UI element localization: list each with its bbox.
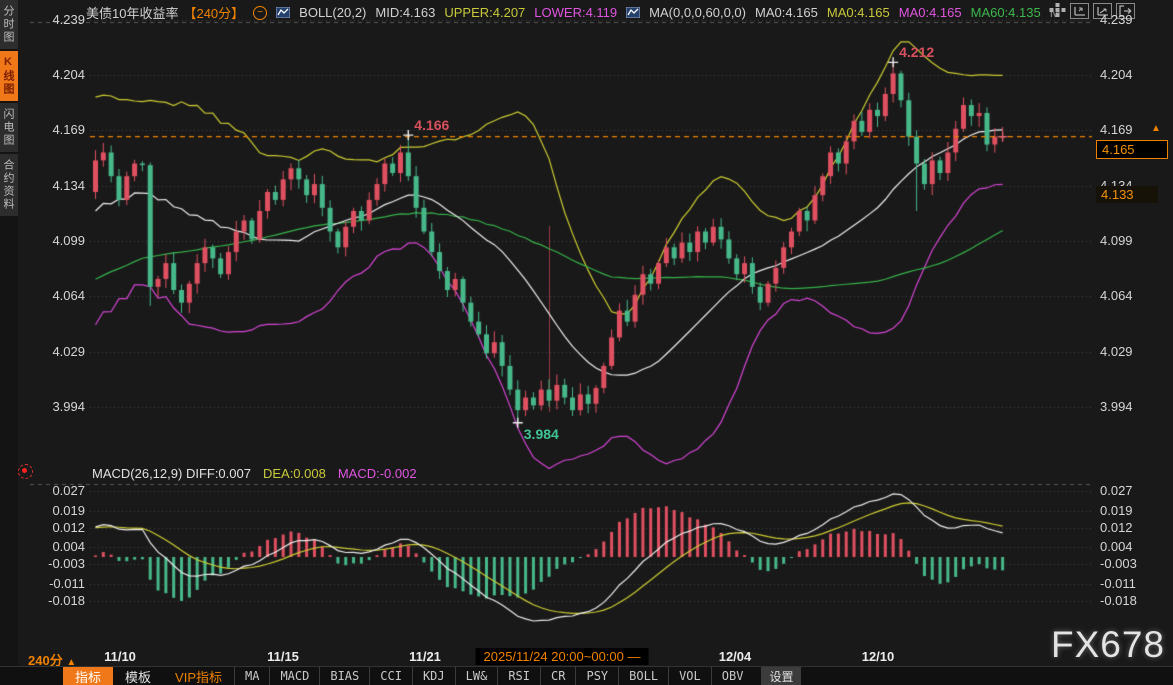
toolbar-item-MACD[interactable]: MACD xyxy=(269,667,319,685)
toolbar-item-CR[interactable]: CR xyxy=(540,667,575,685)
toolbar-item-VOL[interactable]: VOL xyxy=(668,667,711,685)
price-annotation-4.212: 4.212 xyxy=(899,44,934,60)
toolbar-item-模板[interactable]: 模板 xyxy=(113,667,163,685)
price-annotation-3.984: 3.984 xyxy=(524,426,559,442)
price-annotation-4.166: 4.166 xyxy=(414,117,449,133)
toolbar-item-RSI[interactable]: RSI xyxy=(497,667,540,685)
toolbar-item-指标[interactable]: 指标 xyxy=(63,667,113,685)
pan-move-icon[interactable] xyxy=(1049,3,1066,17)
toolbar-item-KDJ[interactable]: KDJ xyxy=(412,667,455,685)
collapse-indicator-icon[interactable]: − xyxy=(253,6,267,20)
toolbar-item-CCI[interactable]: CCI xyxy=(369,667,412,685)
xaxis-tick-1: 11/15 xyxy=(267,649,299,664)
sidebar-tab-1[interactable]: K线图 xyxy=(0,51,18,101)
toolbar-item-BIAS[interactable]: BIAS xyxy=(319,667,369,685)
sidebar-tab-3[interactable]: 合约资料 xyxy=(0,154,18,216)
app-root: 分时图K线图闪电图合约资料 美债10年收益率 【240分】 − BOLL(20,… xyxy=(0,0,1173,685)
sidebar-tab-2[interactable]: 闪电图 xyxy=(0,103,18,152)
toolbar-item-OBV[interactable]: OBV xyxy=(711,667,754,685)
window-controls xyxy=(1049,3,1135,19)
toolbar-item-PSY[interactable]: PSY xyxy=(575,667,618,685)
exit-panel-icon[interactable] xyxy=(1116,3,1135,19)
xaxis-tick-3: 12/04 xyxy=(719,649,752,664)
chart-canvas[interactable] xyxy=(0,0,1173,685)
sidebar-tab-0[interactable]: 分时图 xyxy=(0,0,18,49)
sidebar: 分时图 K线图闪电图合约资料 xyxy=(0,0,18,685)
xaxis-tick-4: 12/10 xyxy=(862,649,895,664)
scale-axis-up-icon[interactable] xyxy=(1070,3,1089,19)
toolbar-item-VIP指标[interactable]: VIP指标 xyxy=(163,667,234,685)
toolbar-item-MA[interactable]: MA xyxy=(234,667,269,685)
toolbar-item-BOLL[interactable]: BOLL xyxy=(618,667,668,685)
xaxis-tick-2: 11/21 xyxy=(409,649,441,664)
selected-bar-date: 2025/11/24 20:00~00:00 — xyxy=(476,648,649,665)
macd-settings-icon[interactable] xyxy=(18,464,33,479)
bottom-toolbar: 指标模板VIP指标MAMACDBIASCCIKDJLW&RSICRPSYBOLL… xyxy=(0,666,1173,685)
toolbar-item-设置[interactable]: 设置 xyxy=(761,667,801,685)
toolbar-item-LW&[interactable]: LW& xyxy=(455,667,498,685)
scale-axis-right-icon[interactable] xyxy=(1093,3,1112,19)
xaxis-tick-0: 11/10 xyxy=(104,649,136,664)
